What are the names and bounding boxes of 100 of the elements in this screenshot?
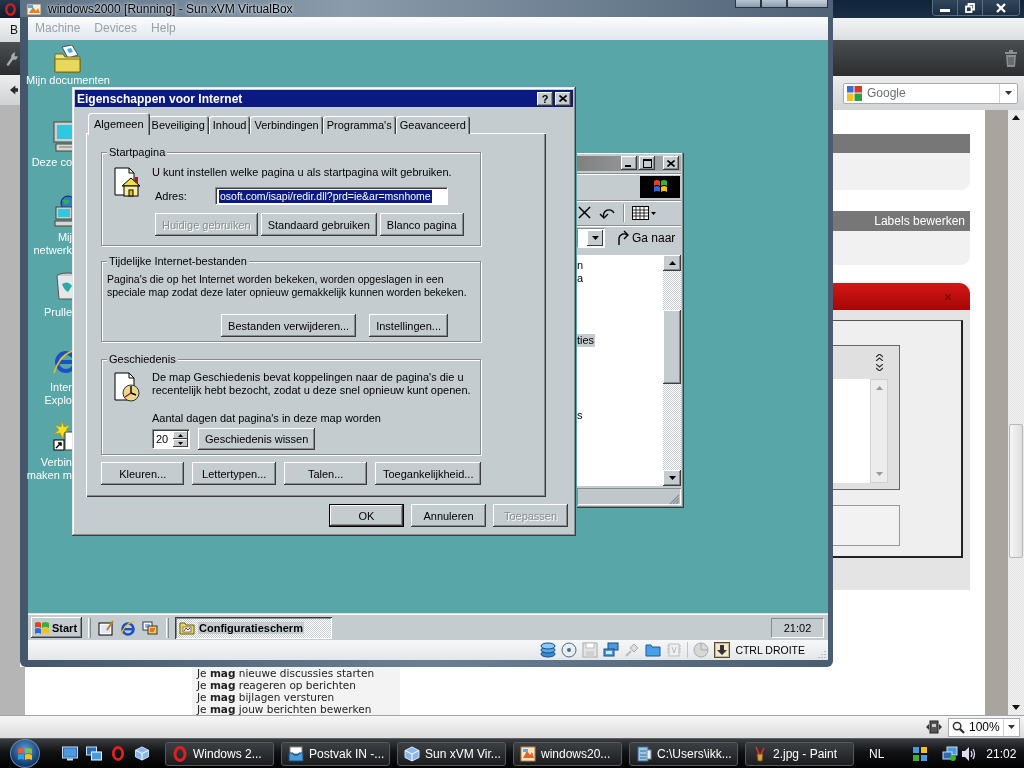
dialog-button[interactable]: Standaard gebruiken (260, 213, 377, 236)
tab[interactable]: Verbindingen (250, 116, 323, 134)
tab[interactable]: Beveiliging (147, 116, 209, 134)
resize-grip-icon[interactable] (669, 494, 680, 505)
browser-logo-icon[interactable] (120, 619, 136, 636)
tab[interactable]: Programma's (322, 116, 396, 134)
dialog-button[interactable]: Talen... (283, 462, 368, 485)
close-button[interactable] (983, 0, 1019, 15)
app-icon (26, 1, 42, 16)
close-icon (996, 2, 1006, 13)
minimize-button[interactable] (621, 156, 637, 171)
disc-icon[interactable] (561, 642, 578, 658)
up-arrow-icon[interactable] (1012, 115, 1020, 120)
restore-button[interactable] (958, 0, 983, 15)
wrench-icon[interactable] (6, 51, 18, 66)
scrollbar-thumb[interactable] (1009, 424, 1023, 558)
taskbar-button[interactable]: Postvak IN -... (281, 741, 390, 766)
tab[interactable]: Algemeen (88, 113, 150, 135)
taskbar-button[interactable]: windows20... (513, 741, 622, 766)
down-arrow-icon[interactable] (714, 642, 731, 658)
resize-grip-icon[interactable] (816, 649, 826, 659)
folder-icon[interactable] (645, 642, 662, 658)
delete-icon[interactable] (578, 206, 591, 220)
taskbar-button[interactable]: Configuratiescherm (175, 616, 332, 639)
disk-stack-icon[interactable] (540, 642, 557, 658)
page-arrows-icon[interactable] (926, 720, 942, 734)
show-desktop-icon[interactable] (62, 746, 78, 761)
cube-icon[interactable] (134, 746, 150, 761)
permission-text: Je mag jouw berichten bewerken (197, 703, 373, 715)
double-down-arrow-icon[interactable] (876, 364, 883, 371)
dialog-button[interactable]: Toegankelijkheid... (375, 462, 481, 485)
list-item[interactable]: s (577, 408, 584, 422)
down-arrow-icon[interactable] (1012, 705, 1020, 710)
connection-wizard-icon[interactable] (52, 420, 72, 452)
dialog-button[interactable]: Geschiedenis wissen (198, 428, 316, 450)
start-button[interactable] (10, 739, 40, 768)
start-button[interactable]: Start (31, 617, 82, 638)
network-icon[interactable] (942, 745, 959, 762)
list-item[interactable]: n (577, 258, 585, 272)
double-up-arrow-icon[interactable] (876, 354, 883, 361)
days-spinner[interactable]: 20 (152, 429, 190, 449)
network-icon[interactable] (603, 642, 620, 658)
group-title: Startpagina (107, 146, 168, 159)
tab[interactable]: Inhoud (208, 116, 251, 134)
inbox-icon (288, 745, 304, 762)
dropdown-arrow-icon (591, 235, 599, 240)
dialog-button[interactable]: Blanco pagina (379, 213, 464, 236)
dropdown-arrow-icon[interactable] (1005, 91, 1012, 95)
dialog-button[interactable]: Lettertypen... (192, 462, 276, 485)
speaker-icon[interactable] (961, 745, 978, 762)
trash-icon[interactable] (1004, 49, 1018, 67)
scrollbar[interactable] (1008, 667, 1024, 715)
list-item[interactable]: a (577, 271, 585, 285)
scrollbar[interactable] (1008, 110, 1024, 667)
grid-icon[interactable] (912, 745, 929, 762)
switch-windows-icon[interactable] (86, 746, 102, 761)
edit-labels-link[interactable]: Labels bewerken (874, 214, 965, 228)
views-icon[interactable] (632, 205, 656, 220)
dialog-button[interactable]: Kleuren... (101, 462, 185, 485)
close-button[interactable] (663, 156, 679, 171)
zoom-field[interactable]: 100% (948, 717, 1020, 737)
cabinet-icon (636, 745, 652, 762)
dialog-button[interactable]: Bestanden verwijderen... (221, 314, 357, 337)
address-field[interactable] (577, 227, 605, 248)
dialog-button[interactable]: OK (329, 504, 404, 527)
channels-icon[interactable] (142, 619, 158, 636)
window-control-button[interactable] (787, 0, 828, 8)
minimize-icon (625, 165, 631, 168)
scrollbar-thumb[interactable] (663, 309, 681, 384)
back-arrow-icon[interactable] (10, 85, 18, 95)
close-icon (667, 159, 675, 167)
permission-text: Je mag reageren op berichten (197, 679, 357, 691)
dialog-button[interactable]: Annuleren (411, 504, 486, 527)
window-control-button[interactable] (761, 0, 787, 8)
tab[interactable]: Geavanceerd (395, 116, 470, 134)
folder-icon[interactable] (53, 45, 83, 73)
address-field[interactable]: osoft.com/isapi/redir.dll?prd=ie&ar=msnhome (215, 187, 448, 205)
maximize-button[interactable] (639, 156, 655, 171)
logo-icon[interactable] (4, 2, 16, 16)
close-button[interactable] (555, 91, 571, 106)
search-field[interactable]: Google (843, 82, 1018, 104)
help-button[interactable]: ? (537, 91, 553, 106)
scrollbar[interactable] (663, 254, 681, 487)
list-item[interactable]: ties (577, 333, 596, 347)
control-panel-icon (179, 620, 195, 635)
down-arrow-icon[interactable] (178, 441, 183, 445)
minimize-button[interactable] (933, 0, 958, 15)
window-control-button[interactable] (735, 0, 761, 8)
desktop-pencil-icon[interactable] (98, 619, 114, 636)
up-arrow-icon[interactable] (178, 433, 183, 437)
taskbar-button[interactable]: 2.jpg - Paint (745, 741, 854, 766)
taskbar-button[interactable]: Sun xVM Vir... (397, 741, 506, 766)
flag-icon (640, 175, 680, 198)
logo-icon[interactable] (110, 746, 126, 761)
minimize-icon (940, 8, 950, 12)
language-indicator[interactable]: NL (869, 746, 885, 761)
dialog-button[interactable]: Instellingen... (369, 314, 448, 337)
tab-label[interactable]: B (10, 23, 18, 37)
taskbar-button[interactable]: Windows 2... (165, 741, 274, 766)
taskbar-button[interactable]: C:\Users\ikk... (629, 741, 738, 766)
